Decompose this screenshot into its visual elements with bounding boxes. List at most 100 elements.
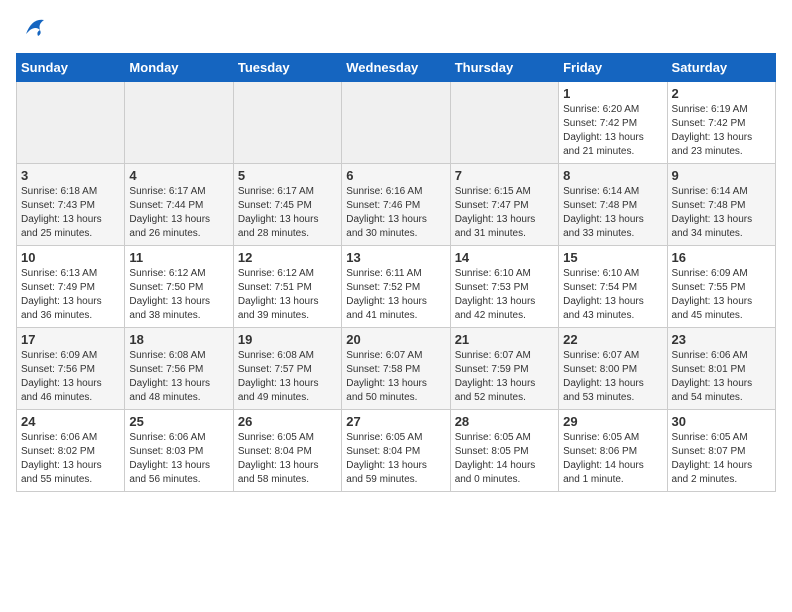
day-number: 11 [129,250,228,265]
day-number: 26 [238,414,337,429]
day-number: 15 [563,250,662,265]
day-info: Sunrise: 6:18 AM Sunset: 7:43 PM Dayligh… [21,185,120,241]
day-number: 10 [21,250,120,265]
day-number: 17 [21,332,120,347]
weekday-header-row: SundayMondayTuesdayWednesdayThursdayFrid… [17,54,776,82]
calendar-cell: 3 Sunrise: 6:18 AM Sunset: 7:43 PM Daylig… [17,164,125,246]
calendar-cell: 11Sunrise: 6:12 AM Sunset: 7:50 PM Dayli… [125,246,233,328]
day-info: Sunrise: 6:15 AM Sunset: 7:47 PM Dayligh… [455,185,554,241]
calendar-week-row: 3 Sunrise: 6:18 AM Sunset: 7:43 PM Daylig… [17,164,776,246]
calendar-table: SundayMondayTuesdayWednesdayThursdayFrid… [16,53,776,492]
day-number: 30 [672,414,771,429]
calendar-week-row: 10 Sunrise: 6:13 AM Sunset: 7:49 PM Dayli… [17,246,776,328]
calendar-week-row: 1 Sunrise: 6:20 AM Sunset: 7:42 PM Daylig… [17,82,776,164]
day-info: Sunrise: 6:16 AM Sunset: 7:46 PM Dayligh… [346,185,445,241]
calendar-cell: 2Sunrise: 6:19 AM Sunset: 7:42 PM Daylig… [667,82,775,164]
calendar-cell: 28Sunrise: 6:05 AM Sunset: 8:05 PM Dayli… [450,410,558,492]
weekday-header-monday: Monday [125,54,233,82]
day-number: 12 [238,250,337,265]
calendar-cell: 19 Sunrise: 6:08 AM Sunset: 7:57 PM Dayli… [233,328,341,410]
day-number: 4 [129,168,228,183]
logo [16,16,46,43]
day-number: 16 [672,250,771,265]
weekday-header-thursday: Thursday [450,54,558,82]
weekday-header-sunday: Sunday [17,54,125,82]
day-number: 22 [563,332,662,347]
day-number: 21 [455,332,554,347]
calendar-cell: 1 Sunrise: 6:20 AM Sunset: 7:42 PM Daylig… [559,82,667,164]
day-info: Sunrise: 6:05 AM Sunset: 8:07 PM Dayligh… [672,431,771,487]
calendar-cell: 8 Sunrise: 6:14 AM Sunset: 7:48 PM Daylig… [559,164,667,246]
day-info: Sunrise: 6:17 AM Sunset: 7:44 PM Dayligh… [129,185,228,241]
day-number: 24 [21,414,120,429]
weekday-header-saturday: Saturday [667,54,775,82]
calendar-cell: 13 Sunrise: 6:11 AM Sunset: 7:52 PM Dayli… [342,246,450,328]
day-info: Sunrise: 6:09 AM Sunset: 7:55 PM Dayligh… [672,267,771,323]
day-number: 9 [672,168,771,183]
day-number: 28 [455,414,554,429]
calendar-cell: 29Sunrise: 6:05 AM Sunset: 8:06 PM Dayli… [559,410,667,492]
day-info: Sunrise: 6:06 AM Sunset: 8:02 PM Dayligh… [21,431,120,487]
day-info: Sunrise: 6:06 AM Sunset: 8:03 PM Dayligh… [129,431,228,487]
day-info: Sunrise: 6:13 AM Sunset: 7:49 PM Dayligh… [21,267,120,323]
day-info: Sunrise: 6:05 AM Sunset: 8:04 PM Dayligh… [238,431,337,487]
weekday-header-wednesday: Wednesday [342,54,450,82]
calendar-cell [17,82,125,164]
day-info: Sunrise: 6:17 AM Sunset: 7:45 PM Dayligh… [238,185,337,241]
calendar-cell: 26 Sunrise: 6:05 AM Sunset: 8:04 PM Dayli… [233,410,341,492]
day-number: 23 [672,332,771,347]
day-number: 29 [563,414,662,429]
day-info: Sunrise: 6:10 AM Sunset: 7:53 PM Dayligh… [455,267,554,323]
day-info: Sunrise: 6:14 AM Sunset: 7:48 PM Dayligh… [563,185,662,241]
day-info: Sunrise: 6:08 AM Sunset: 7:57 PM Dayligh… [238,349,337,405]
calendar-cell: 16 Sunrise: 6:09 AM Sunset: 7:55 PM Dayli… [667,246,775,328]
day-number: 19 [238,332,337,347]
day-info: Sunrise: 6:19 AM Sunset: 7:42 PM Dayligh… [672,103,771,159]
calendar-cell: 7 Sunrise: 6:15 AM Sunset: 7:47 PM Daylig… [450,164,558,246]
day-number: 27 [346,414,445,429]
weekday-header-friday: Friday [559,54,667,82]
logo-bird-icon [18,16,46,43]
calendar-cell: 25Sunrise: 6:06 AM Sunset: 8:03 PM Dayli… [125,410,233,492]
calendar-cell: 18Sunrise: 6:08 AM Sunset: 7:56 PM Dayli… [125,328,233,410]
calendar-cell [233,82,341,164]
calendar-cell: 14 Sunrise: 6:10 AM Sunset: 7:53 PM Dayli… [450,246,558,328]
day-info: Sunrise: 6:08 AM Sunset: 7:56 PM Dayligh… [129,349,228,405]
calendar-cell: 15 Sunrise: 6:10 AM Sunset: 7:54 PM Dayli… [559,246,667,328]
day-number: 6 [346,168,445,183]
day-number: 14 [455,250,554,265]
calendar-cell: 5 Sunrise: 6:17 AM Sunset: 7:45 PM Daylig… [233,164,341,246]
calendar-week-row: 17 Sunrise: 6:09 AM Sunset: 7:56 PM Dayli… [17,328,776,410]
day-number: 20 [346,332,445,347]
calendar-cell: 4 Sunrise: 6:17 AM Sunset: 7:44 PM Daylig… [125,164,233,246]
header [16,16,776,43]
day-number: 1 [563,86,662,101]
calendar-cell: 10 Sunrise: 6:13 AM Sunset: 7:49 PM Dayli… [17,246,125,328]
calendar-cell [125,82,233,164]
calendar-cell: 6 Sunrise: 6:16 AM Sunset: 7:46 PM Daylig… [342,164,450,246]
weekday-header-tuesday: Tuesday [233,54,341,82]
calendar-week-row: 24 Sunrise: 6:06 AM Sunset: 8:02 PM Dayli… [17,410,776,492]
day-info: Sunrise: 6:20 AM Sunset: 7:42 PM Dayligh… [563,103,662,159]
calendar-cell: 23 Sunrise: 6:06 AM Sunset: 8:01 PM Dayli… [667,328,775,410]
day-info: Sunrise: 6:07 AM Sunset: 7:59 PM Dayligh… [455,349,554,405]
calendar-cell: 30 Sunrise: 6:05 AM Sunset: 8:07 PM Dayli… [667,410,775,492]
calendar-cell: 20Sunrise: 6:07 AM Sunset: 7:58 PM Dayli… [342,328,450,410]
calendar-cell: 22 Sunrise: 6:07 AM Sunset: 8:00 PM Dayli… [559,328,667,410]
day-info: Sunrise: 6:10 AM Sunset: 7:54 PM Dayligh… [563,267,662,323]
calendar-cell: 9Sunrise: 6:14 AM Sunset: 7:48 PM Daylig… [667,164,775,246]
day-info: Sunrise: 6:09 AM Sunset: 7:56 PM Dayligh… [21,349,120,405]
day-info: Sunrise: 6:11 AM Sunset: 7:52 PM Dayligh… [346,267,445,323]
calendar-cell: 12Sunrise: 6:12 AM Sunset: 7:51 PM Dayli… [233,246,341,328]
day-info: Sunrise: 6:06 AM Sunset: 8:01 PM Dayligh… [672,349,771,405]
day-number: 8 [563,168,662,183]
day-number: 13 [346,250,445,265]
day-number: 7 [455,168,554,183]
day-number: 3 [21,168,120,183]
day-info: Sunrise: 6:07 AM Sunset: 8:00 PM Dayligh… [563,349,662,405]
calendar-cell [342,82,450,164]
day-number: 5 [238,168,337,183]
day-info: Sunrise: 6:05 AM Sunset: 8:04 PM Dayligh… [346,431,445,487]
calendar-cell: 27 Sunrise: 6:05 AM Sunset: 8:04 PM Dayli… [342,410,450,492]
calendar-cell: 24 Sunrise: 6:06 AM Sunset: 8:02 PM Dayli… [17,410,125,492]
